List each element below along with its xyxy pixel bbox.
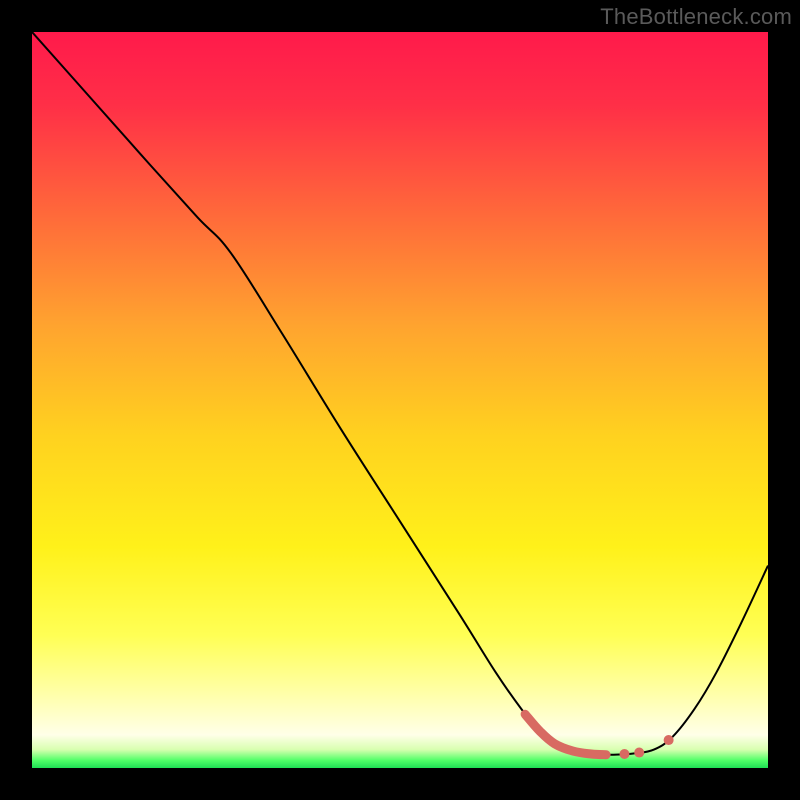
- highlight-dot-0: [619, 749, 629, 759]
- chart-svg: [32, 32, 768, 768]
- chart-background: [32, 32, 768, 768]
- chart-frame: [32, 32, 768, 768]
- highlight-dot-1: [634, 748, 644, 758]
- watermark-text: TheBottleneck.com: [600, 4, 792, 30]
- highlight-dot-2: [664, 735, 674, 745]
